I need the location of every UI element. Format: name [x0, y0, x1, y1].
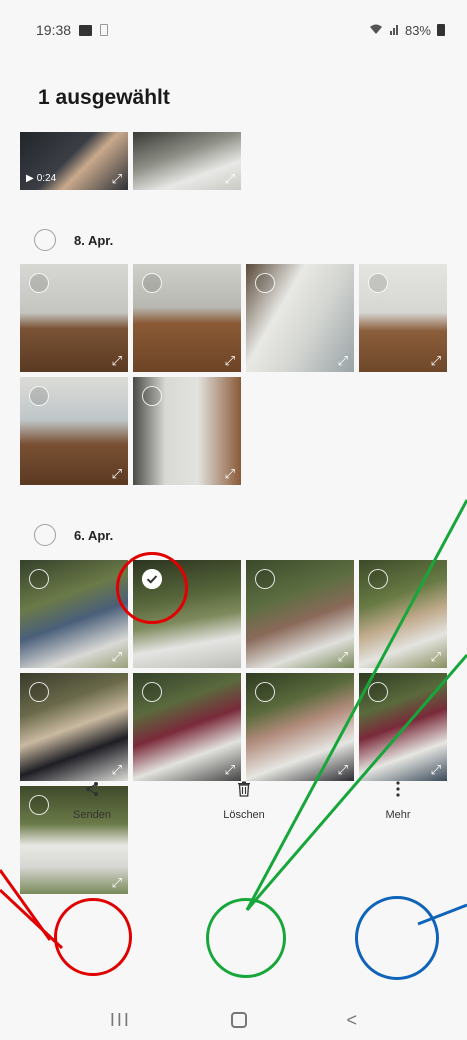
share-icon [85, 781, 99, 799]
photo-thumb[interactable]: ⤢ [20, 264, 128, 372]
select-checkbox[interactable] [368, 682, 388, 702]
battery-percent: 83% [404, 22, 431, 38]
expand-icon: ⤢ [430, 353, 441, 368]
play-icon: ▶ [26, 173, 34, 184]
video-duration: 0:24 [36, 173, 57, 184]
photo-thumb[interactable]: ⤢ [246, 560, 354, 668]
expand-icon: ⤢ [111, 762, 122, 777]
select-checkbox[interactable] [368, 273, 388, 293]
highlight-more-button [355, 896, 439, 980]
more-label: Mehr [385, 809, 411, 821]
select-checkbox[interactable] [368, 569, 388, 589]
date-label: 6. Apr. [74, 527, 114, 543]
select-checkbox[interactable] [142, 273, 162, 293]
photo-thumb[interactable]: ⤢ [20, 673, 128, 781]
photo-thumb[interactable]: ⤢ [20, 560, 128, 668]
select-checkbox[interactable] [142, 682, 162, 702]
expand-icon: ⤢ [337, 353, 348, 368]
expand-icon: ⤢ [224, 171, 235, 186]
send-label: Senden [73, 809, 111, 821]
expand-icon: ⤢ [224, 762, 235, 777]
expand-icon: ⤢ [337, 762, 348, 777]
photo-thumb-video[interactable]: ▶ 0:24 ⤢ [20, 132, 128, 190]
select-checkbox[interactable] [29, 569, 49, 589]
nav-recents-button[interactable]: III [110, 1010, 131, 1031]
photo-thumb[interactable]: ⤢ [133, 377, 241, 485]
select-checkbox[interactable] [29, 682, 49, 702]
system-nav-bar: III < [0, 1000, 467, 1040]
select-group-radio[interactable] [34, 229, 56, 251]
select-checkbox[interactable] [255, 569, 275, 589]
nav-back-button[interactable]: < [347, 1010, 358, 1031]
expand-icon: ⤢ [430, 649, 441, 664]
photo-thumb[interactable]: ⤢ [133, 132, 241, 190]
date-group-header: 8. Apr. [34, 229, 113, 251]
nav-home-button[interactable] [230, 1012, 247, 1028]
more-vertical-icon [396, 781, 400, 799]
wifi-icon [369, 23, 383, 38]
status-time: 19:38 [36, 22, 72, 38]
gallery-notification-icon [79, 24, 93, 36]
select-group-radio[interactable] [34, 524, 56, 546]
delete-button[interactable]: Löschen [199, 781, 289, 821]
expand-icon: ⤢ [224, 466, 235, 481]
expand-icon: ⤢ [111, 649, 122, 664]
photo-thumb[interactable]: ⤢ [133, 673, 241, 781]
photo-thumb[interactable]: ⤢ [359, 264, 447, 372]
select-checkbox[interactable] [29, 386, 49, 406]
select-checkbox[interactable] [29, 273, 49, 293]
date-label: 8. Apr. [74, 232, 114, 248]
trash-icon [237, 781, 251, 799]
signal-icon [389, 23, 399, 38]
highlight-send-button [54, 898, 132, 976]
date-group-header: 6. Apr. [34, 524, 113, 546]
select-checkbox[interactable] [255, 273, 275, 293]
photo-thumb[interactable]: ⤢ [246, 673, 354, 781]
expand-icon: ⤢ [111, 875, 122, 890]
status-right: 83% [369, 23, 445, 38]
select-checkbox[interactable] [255, 682, 275, 702]
photo-thumb[interactable]: ⤢ [133, 264, 241, 372]
video-indicator: ▶ 0:24 [26, 173, 56, 184]
status-left: 19:38 [36, 22, 109, 38]
highlight-selected-photo [116, 552, 188, 624]
expand-icon: ⤢ [337, 649, 348, 664]
more-button[interactable]: Mehr [353, 781, 443, 821]
send-button[interactable]: Senden [47, 781, 137, 821]
delete-label: Löschen [223, 809, 265, 821]
photo-thumb[interactable]: ⤢ [246, 264, 354, 372]
highlight-delete-button [206, 898, 286, 978]
status-bar: 19:38 83% [0, 0, 467, 60]
expand-icon: ⤢ [111, 466, 122, 481]
battery-icon [437, 24, 445, 36]
photo-thumb[interactable]: ⤢ [359, 673, 447, 781]
sim-icon [100, 24, 109, 36]
bottom-action-bar: Senden Löschen Mehr [0, 780, 467, 870]
expand-icon: ⤢ [111, 353, 122, 368]
select-checkbox[interactable] [142, 386, 162, 406]
expand-icon: ⤢ [111, 171, 122, 186]
expand-icon: ⤢ [224, 353, 235, 368]
photo-thumb[interactable]: ⤢ [20, 377, 128, 485]
photo-thumb[interactable]: ⤢ [359, 560, 447, 668]
page-title: 1 ausgewählt [38, 86, 170, 109]
expand-icon: ⤢ [430, 762, 441, 777]
